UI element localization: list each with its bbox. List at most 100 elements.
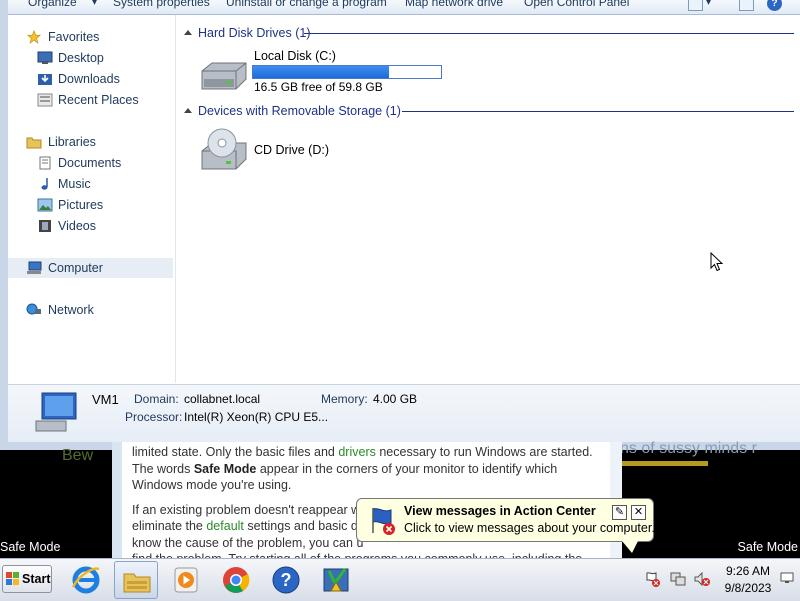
group-divider [402, 111, 794, 112]
nav-label: Downloads [58, 72, 120, 86]
collapse-arrow-icon[interactable] [184, 108, 192, 113]
nav-label: Recent Places [58, 93, 139, 107]
star-icon [26, 30, 42, 44]
removable-group-header[interactable]: Devices with Removable Storage (1) [184, 102, 401, 120]
safe-mode-label: Safe Mode [737, 540, 798, 554]
nav-label: Desktop [58, 51, 104, 65]
nav-pictures[interactable]: Pictures [8, 195, 173, 215]
nav-label: Libraries [48, 135, 96, 149]
nav-libraries[interactable]: Libraries [8, 132, 173, 152]
clock-time[interactable]: 9:26 AM [724, 564, 772, 578]
computer-icon [27, 261, 42, 274]
nav-desktop[interactable]: Desktop [8, 48, 173, 68]
action-center-tray-icon[interactable] [645, 571, 661, 587]
help-text: know the cause of the problem, you can u [132, 535, 364, 550]
organize-chevron-icon[interactable]: ▾ [92, 0, 97, 8]
start-button[interactable]: Start [2, 565, 52, 593]
memory-value: 4.00 GB [373, 392, 418, 406]
help-icon[interactable]: ? [767, 0, 782, 11]
background-text-fragment: ns of sussy minds r [620, 440, 757, 457]
organize-menu[interactable]: Organize [28, 0, 77, 9]
windows-logo-icon [6, 572, 19, 585]
background-bar [622, 461, 708, 466]
explorer-window: Organize ▾ System properties Uninstall o… [0, 0, 800, 450]
network-icon [26, 303, 41, 315]
media-player-icon [174, 567, 198, 593]
group-title: Hard Disk Drives (1) [198, 26, 311, 40]
drives-content-pane: Hard Disk Drives (1) Local Disk (C:) 16.… [176, 15, 800, 383]
downloads-folder-icon [38, 74, 52, 85]
memory-label: Memory: [321, 392, 368, 406]
nav-network[interactable]: Network [8, 300, 173, 320]
domain-value: collabnet.local [184, 392, 261, 406]
collapse-arrow-icon[interactable] [184, 30, 192, 35]
background-text-fragment: Bew [62, 447, 94, 464]
nav-favorites[interactable]: Favorites [8, 27, 173, 47]
cd-drive-icon [201, 128, 247, 170]
chrome-button[interactable] [214, 561, 258, 599]
change-view-icon[interactable] [688, 0, 703, 11]
internet-explorer-button[interactable] [64, 561, 108, 599]
nav-label: Videos [58, 219, 96, 233]
group-divider [304, 33, 794, 34]
desktop-icon [37, 51, 53, 64]
libraries-icon [26, 137, 42, 149]
start-label: Start [22, 572, 51, 586]
computer-name: VM1 [92, 392, 119, 407]
nav-videos[interactable]: Videos [8, 216, 173, 236]
hard-drive-icon [201, 62, 247, 90]
help-bold-text: Safe Mode [193, 461, 257, 476]
domain-label: Domain: [134, 392, 179, 406]
nav-computer[interactable]: Computer [8, 258, 173, 278]
volume-muted-icon[interactable] [694, 571, 710, 587]
chrome-icon [223, 567, 250, 593]
help-support-icon: ? [272, 566, 300, 594]
help-text: If an existing problem doesn't reappear … [132, 502, 368, 517]
drive-free-space: 16.5 GB free of 59.8 GB [254, 80, 383, 94]
uninstall-program-button[interactable]: Uninstall or change a program [226, 0, 387, 9]
capacity-bar-fill [253, 66, 390, 78]
desktop-preview-icon[interactable] [780, 572, 794, 584]
music-note-icon [41, 178, 48, 190]
windows-explorer-button[interactable] [114, 561, 158, 599]
nav-music[interactable]: Music [8, 174, 173, 194]
hard-disk-group-header[interactable]: Hard Disk Drives (1) [184, 24, 311, 42]
nav-documents[interactable]: Documents [8, 153, 173, 173]
default-link[interactable]: default [206, 519, 244, 533]
help-text: limited state. Only the basic files and [132, 445, 339, 459]
capacity-bar [252, 65, 442, 79]
action-center-app-button[interactable] [314, 561, 358, 599]
details-pane: VM1 Domain: collabnet.local Memory: 4.00… [8, 384, 800, 443]
nav-label: Documents [58, 156, 122, 170]
drive-name: Local Disk (C:) [254, 49, 336, 63]
view-chevron-icon[interactable]: ▾ [706, 0, 711, 8]
system-properties-button[interactable]: System properties [113, 0, 210, 9]
help-and-support-button[interactable]: ? [264, 561, 308, 599]
processor-label: Processor: [125, 410, 183, 424]
action-center-app-icon [323, 568, 349, 592]
media-player-button[interactable] [164, 561, 208, 599]
open-control-panel-button[interactable]: Open Control Panel [524, 0, 629, 9]
taskbar: Start ? 9:26 AM 9/8/2023 [0, 558, 800, 601]
drivers-link[interactable]: drivers [338, 445, 376, 459]
close-icon[interactable]: ✕ [631, 505, 646, 520]
folder-icon [123, 573, 151, 593]
nav-label: Music [58, 177, 91, 191]
nav-label: Computer [48, 261, 103, 275]
safe-mode-label: Safe Mode [0, 540, 61, 554]
nav-downloads[interactable]: Downloads [8, 69, 173, 89]
clock-date[interactable]: 9/8/2023 [720, 581, 776, 595]
nav-label: Network [48, 303, 94, 317]
recent-places-icon [37, 93, 53, 107]
network-tray-icon[interactable] [670, 571, 686, 587]
pin-icon[interactable]: ✎ [612, 505, 627, 520]
command-bar: Organize ▾ System properties Uninstall o… [8, 0, 800, 15]
balloon-title: View messages in Action Center [404, 504, 596, 518]
map-network-drive-button[interactable]: Map network drive [405, 0, 503, 9]
nav-recent-places[interactable]: Recent Places [8, 90, 173, 110]
action-center-balloon[interactable]: View messages in Action Center Click to … [356, 498, 655, 542]
action-center-flag-icon [372, 508, 395, 535]
processor-value: Intel(R) Xeon(R) CPU E5... [184, 410, 329, 424]
preview-pane-icon[interactable] [739, 0, 754, 11]
nav-label: Favorites [48, 30, 100, 44]
